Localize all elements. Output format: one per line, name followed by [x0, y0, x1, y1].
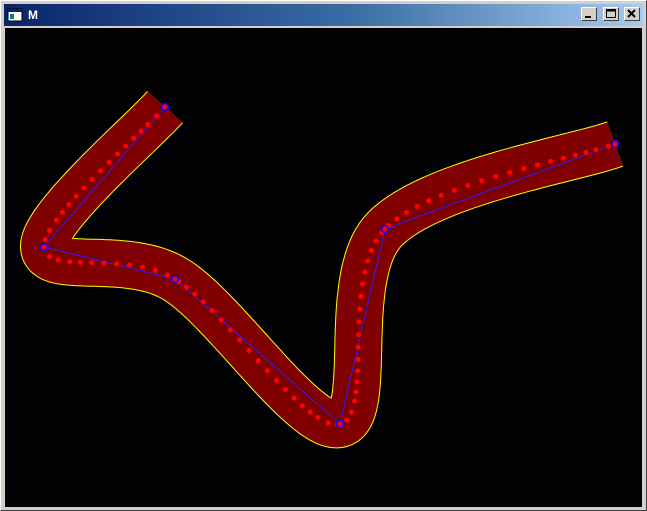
curve-sample-point — [97, 168, 104, 174]
curve-sample-point — [106, 159, 112, 165]
curve-sample-point — [605, 143, 612, 149]
spline-drawing — [20, 84, 636, 449]
curve-sample-point — [414, 203, 420, 210]
curve-sample-point — [352, 398, 358, 404]
curve-sample-point — [299, 403, 305, 409]
curve-sample-point — [344, 417, 350, 423]
app-window: M — [0, 0, 647, 511]
curve-sample-point — [200, 299, 206, 305]
curve-sample-point — [356, 331, 362, 338]
curve-sample-point — [255, 358, 261, 364]
curve-sample-point — [66, 201, 72, 208]
curve-sample-point — [438, 192, 444, 198]
curve-sample-point — [291, 395, 297, 401]
control-point-handle[interactable] — [39, 242, 49, 252]
curve-sample-point — [154, 113, 160, 119]
curve-sample-point — [353, 389, 359, 395]
curve-sample-point — [583, 149, 589, 156]
curve-sample-point — [572, 152, 578, 158]
window-title: M — [28, 8, 38, 22]
curve-sample-point — [139, 264, 146, 270]
title-bar[interactable]: M — [4, 4, 643, 26]
curve-sample-point — [507, 169, 513, 175]
curve-sample-point — [164, 272, 170, 278]
curve-sample-point — [479, 178, 485, 184]
curve-sample-point — [237, 337, 243, 343]
curve-sample-point — [451, 187, 457, 193]
close-icon — [627, 9, 636, 18]
curve-sample-point — [53, 217, 60, 223]
curve-sample-point — [89, 176, 95, 182]
control-point-handle[interactable] — [380, 224, 390, 234]
curve-sample-point — [521, 165, 527, 172]
curve-sample-point — [264, 368, 271, 374]
close-button[interactable] — [624, 7, 640, 21]
maximize-icon — [606, 9, 616, 18]
curve-sample-point — [114, 261, 120, 267]
curve-sample-point — [465, 182, 471, 188]
curve-sample-point — [55, 257, 61, 263]
curve-sample-point — [359, 281, 366, 287]
curve-sample-point — [59, 209, 65, 216]
curve-sample-point — [593, 147, 599, 153]
curve-sample-point — [354, 379, 360, 385]
curve-sample-point — [101, 260, 107, 266]
curve-sample-point — [145, 121, 151, 128]
curve-sample-point — [426, 198, 432, 204]
maximize-button[interactable] — [603, 7, 619, 21]
curve-sample-point — [307, 409, 313, 415]
curve-sample-point — [394, 216, 400, 222]
drawing-canvas[interactable] — [5, 28, 642, 507]
curve-sample-point — [273, 377, 280, 383]
curve-sample-point — [493, 173, 499, 179]
curve-sample-point — [183, 284, 190, 290]
curve-sample-point — [47, 253, 53, 260]
curve-sample-point — [218, 317, 224, 323]
curve-sample-point — [403, 209, 410, 216]
curve-sample-point — [368, 247, 374, 254]
curve-sample-point — [73, 193, 79, 199]
minimize-button[interactable] — [581, 7, 597, 21]
curve-sample-point — [325, 420, 331, 426]
curve-sample-point — [356, 319, 362, 325]
curve-sample-point — [123, 143, 129, 149]
curve-sample-point — [47, 227, 53, 234]
curve-sample-point — [534, 162, 541, 168]
curve-sample-point — [67, 259, 73, 265]
control-point-handle[interactable] — [335, 419, 345, 429]
minimize-icon — [585, 16, 591, 18]
curve-sample-point — [77, 259, 83, 265]
curve-sample-point — [548, 158, 554, 165]
curve-sample-point — [355, 356, 361, 362]
curve-sample-point — [358, 293, 364, 299]
curve-sample-point — [227, 327, 233, 333]
curve-sample-point — [81, 185, 87, 191]
curve-sample-point — [138, 128, 144, 134]
control-point-handle[interactable] — [610, 139, 620, 149]
curve-sample-point — [357, 306, 363, 312]
curve-sample-point — [192, 291, 198, 297]
curve-sample-point — [348, 409, 355, 415]
curve-sample-point — [373, 238, 379, 244]
curve-sample-point — [560, 155, 566, 161]
control-point-handle[interactable] — [170, 274, 180, 284]
curve-sample-point — [282, 386, 289, 393]
curve-sample-point — [355, 344, 361, 350]
curve-sample-point — [315, 414, 321, 421]
curve-sample-point — [127, 262, 133, 268]
curve-sample-point — [130, 135, 137, 141]
curve-sample-point — [209, 308, 215, 314]
curve-sample-point — [362, 269, 368, 275]
curve-sample-point — [354, 368, 361, 374]
curve-sample-point — [42, 237, 48, 243]
curve-sample-point — [152, 267, 158, 273]
app-window-icon[interactable] — [7, 7, 23, 23]
curve-sample-point — [114, 151, 121, 157]
curve-sample-point — [89, 260, 95, 266]
curve-sample-point — [365, 258, 371, 264]
curve-sample-point — [246, 347, 252, 353]
control-point-handle[interactable] — [160, 102, 170, 112]
